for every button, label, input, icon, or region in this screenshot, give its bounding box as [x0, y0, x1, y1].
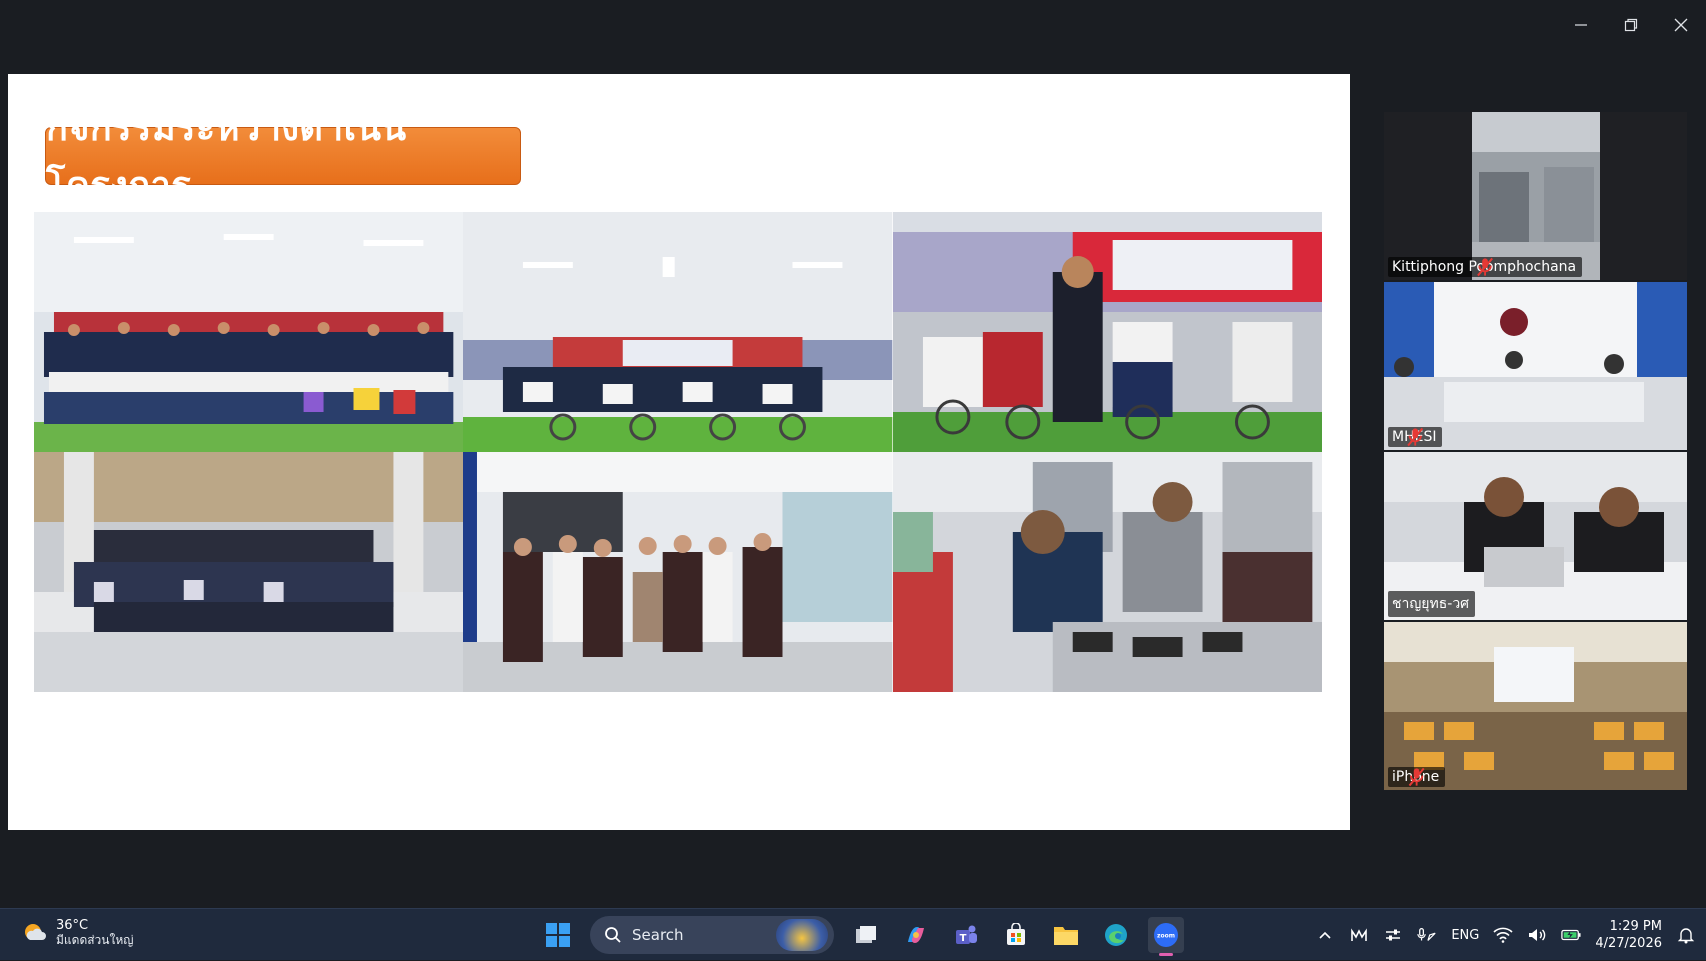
- edge-button[interactable]: [1098, 917, 1134, 953]
- participant-name-tag: iPhone: [1388, 767, 1446, 787]
- battery-button[interactable]: [1561, 925, 1581, 945]
- search-icon: [605, 927, 621, 943]
- participant-tile-1[interactable]: Kittiphong Poomphochana: [1384, 112, 1687, 280]
- clock-date: 4/27/2026: [1595, 936, 1662, 951]
- wifi-button[interactable]: [1493, 925, 1513, 945]
- participant-tile-2[interactable]: MHESI: [1384, 282, 1687, 450]
- photo-grid: [34, 212, 1322, 692]
- participant-name-tag: Kittiphong Poomphochana: [1388, 257, 1583, 277]
- weather-temperature: 36°C: [56, 918, 89, 933]
- zoom-icon: zoom: [1154, 923, 1178, 947]
- activity-photo-ceremony: [463, 212, 893, 452]
- clock-time: 1:29 PM: [1609, 919, 1662, 934]
- tray-app-icon[interactable]: [1349, 925, 1369, 945]
- show-hidden-icons-button[interactable]: [1315, 925, 1335, 945]
- activity-photo-group-hall: [34, 212, 464, 452]
- mic-muted-icon: [1477, 257, 1493, 277]
- close-button[interactable]: [1656, 0, 1706, 50]
- participant-tile-3-active-speaker[interactable]: ชาญยุทธ-วศ: [1384, 452, 1687, 620]
- sun-cloud-icon: [25, 924, 46, 940]
- svg-text:T: T: [960, 933, 967, 944]
- participant-name: ชาญยุทธ-วศ: [1392, 596, 1470, 612]
- folder-icon: [1054, 927, 1078, 945]
- system-tray: ENG 1:29 PM 4/27/2026: [1315, 909, 1696, 961]
- store-button[interactable]: [998, 917, 1034, 953]
- activity-photo-students: [463, 452, 893, 692]
- mic-muted-icon: [1407, 427, 1424, 447]
- windows-icon: [546, 923, 570, 947]
- tray-settings-icon[interactable]: [1383, 925, 1403, 945]
- file-explorer-button[interactable]: [1048, 917, 1084, 953]
- svg-text:zoom: zoom: [1157, 933, 1175, 940]
- teams-icon: T: [956, 925, 977, 944]
- store-icon: [1007, 923, 1025, 945]
- weather-widget[interactable]: 36°C มีแดดส่วนใหญ่: [22, 918, 134, 948]
- taskbar-search[interactable]: Search: [590, 916, 834, 954]
- edge-icon: [1105, 924, 1127, 946]
- participant-video-lecture-hall: [1384, 622, 1687, 790]
- speaker-icon: [1529, 929, 1546, 941]
- participant-name-tag: ชาญยุทธ-วศ: [1388, 591, 1476, 617]
- language-indicator[interactable]: ENG: [1451, 928, 1479, 943]
- participant-video-factory: [1384, 112, 1687, 280]
- wifi-icon: [1493, 927, 1513, 943]
- zoom-button[interactable]: zoom: [1148, 917, 1184, 956]
- tray-location-icon[interactable]: [1417, 925, 1437, 945]
- chevron-up-icon: [1319, 931, 1331, 939]
- search-placeholder: Search: [632, 926, 684, 944]
- restore-icon: [1624, 18, 1638, 32]
- participant-video-meeting-room: [1384, 282, 1687, 450]
- minimize-icon: [1575, 24, 1587, 26]
- participant-tile-4[interactable]: iPhone: [1384, 622, 1687, 790]
- activity-photo-lab-training: [892, 452, 1322, 692]
- close-icon: [1674, 18, 1688, 32]
- mic-muted-icon: [1408, 767, 1425, 787]
- mic-location-icon: [1417, 928, 1436, 941]
- equalizer-icon: [1351, 928, 1368, 941]
- weather-description: มีแดดส่วนใหญ่: [56, 933, 134, 947]
- taskbar-center: Search T zoom: [540, 915, 1184, 956]
- copilot-button[interactable]: [898, 917, 934, 953]
- volume-button[interactable]: [1527, 925, 1547, 945]
- slide-title: กิจกรรมระหว่างดำเนินโครงการ: [46, 108, 407, 206]
- activity-photo-stairs: [34, 452, 464, 692]
- teams-button[interactable]: T: [948, 917, 984, 953]
- task-view-icon: [856, 926, 876, 943]
- window-controls: [1556, 0, 1706, 50]
- activity-photo-award: [892, 212, 1322, 452]
- notifications-button[interactable]: [1676, 925, 1696, 945]
- bell-icon: [1677, 928, 1695, 944]
- shared-slide: กิจกรรมระหว่างดำเนินโครงการ: [8, 74, 1350, 830]
- restore-button[interactable]: [1606, 0, 1656, 50]
- slide-title-box: กิจกรรมระหว่างดำเนินโครงการ: [45, 108, 521, 206]
- sliders-icon: [1386, 929, 1401, 941]
- participant-name-tag: MHESI: [1388, 427, 1443, 447]
- start-button[interactable]: [540, 917, 576, 953]
- minimize-button[interactable]: [1556, 0, 1606, 50]
- taskbar: 36°C มีแดดส่วนใหญ่ Search T zoom ENG 1:2…: [0, 908, 1706, 960]
- clock[interactable]: 1:29 PM 4/27/2026: [1595, 918, 1662, 952]
- copilot-icon: [908, 927, 924, 943]
- battery-charging-icon: [1561, 929, 1581, 941]
- task-view-button[interactable]: [848, 917, 884, 953]
- search-highlight-icon: [776, 919, 828, 951]
